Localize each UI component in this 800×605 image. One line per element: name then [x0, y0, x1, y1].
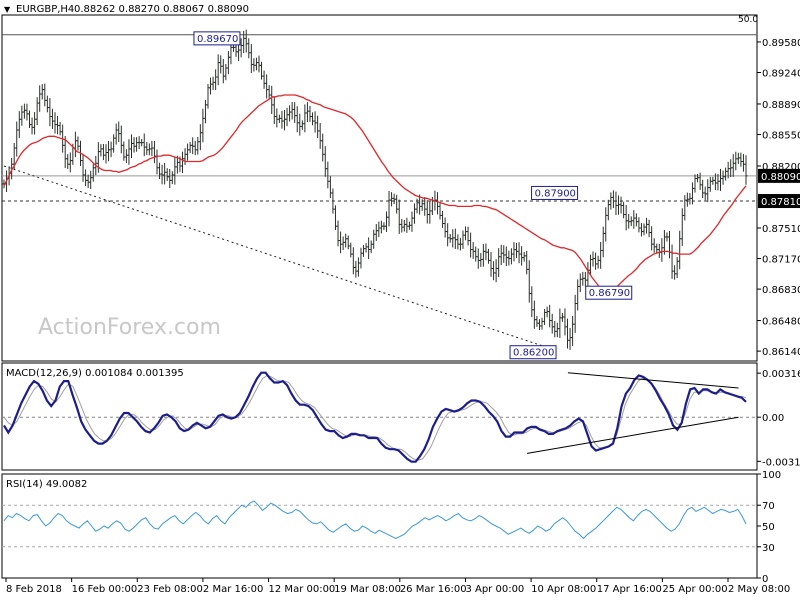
macd-tick-label: -0.003177: [762, 457, 800, 468]
x-tick-label: 2 May 08:00: [728, 584, 790, 595]
macd-tick-label: 0.003169: [762, 369, 800, 380]
price-tick-label: 0.87170: [762, 255, 800, 266]
level-price-tag: 0.87810: [761, 197, 800, 208]
price-tick-label: 0.86140: [762, 347, 800, 358]
rsi-tick-label: 100: [762, 470, 781, 481]
x-tick-label: 8 Feb 2018: [6, 584, 62, 595]
price-tick-label: 0.88550: [762, 131, 800, 142]
chart-background: [0, 0, 800, 600]
callout-label: 0.87900: [535, 188, 576, 199]
price-tick-label: 0.86480: [762, 317, 800, 328]
x-tick-label: 19 Mar 08:00: [334, 584, 401, 595]
rsi-tick-label: 50: [762, 522, 775, 533]
x-tick-label: 10 Apr 08:00: [531, 584, 596, 595]
x-tick-label: 26 Mar 16:00: [400, 584, 467, 595]
rsi-tick-label: 30: [762, 543, 775, 554]
x-tick-label: 16 Feb 00:00: [72, 584, 138, 595]
x-tick-label: 3 Apr 00:00: [465, 584, 524, 595]
rsi-label: RSI(14) 49.0082: [6, 479, 87, 490]
x-tick-label: 2 Mar 16:00: [203, 584, 263, 595]
macd-tick-label: 0.00: [762, 413, 784, 424]
price-tick-label: 0.88890: [762, 100, 800, 111]
price-tick-label: 0.87510: [762, 224, 800, 235]
dropdown-arrow-icon[interactable]: ▼: [4, 5, 11, 14]
x-tick-label: 12 Mar 00:00: [269, 584, 336, 595]
callout-label: 0.89670: [197, 34, 238, 45]
ohlc-readout: 0.88262 0.88270 0.88067 0.88090: [74, 4, 249, 15]
price-tick-label: 0.89240: [762, 69, 800, 80]
chart-canvas: ▼ EURGBP,H4 0.88262 0.88270 0.88067 0.88…: [0, 0, 800, 600]
symbol-label: EURGBP,H4: [16, 4, 74, 15]
x-tick-label: 17 Apr 16:00: [597, 584, 662, 595]
x-tick-label: 23 Feb 08:00: [137, 584, 203, 595]
forex-chart: ▼ EURGBP,H4 0.88262 0.88270 0.88067 0.88…: [0, 0, 800, 600]
watermark: ActionForex.com: [38, 315, 221, 340]
macd-label: MACD(12,26,9) 0.001084 0.001395: [6, 368, 184, 379]
callout-label: 0.86200: [513, 348, 554, 359]
price-tick-label: 0.86830: [762, 285, 800, 296]
price-tick-label: 0.89580: [762, 38, 800, 49]
callout-label: 0.86790: [589, 288, 630, 299]
x-tick-label: 25 Apr 00:00: [662, 584, 727, 595]
rsi-tick-label: 70: [762, 501, 775, 512]
current-price-tag: 0.88090: [761, 172, 800, 183]
fib-level-label: 50.0: [738, 15, 758, 25]
rsi-tick-label: 0: [762, 574, 768, 585]
